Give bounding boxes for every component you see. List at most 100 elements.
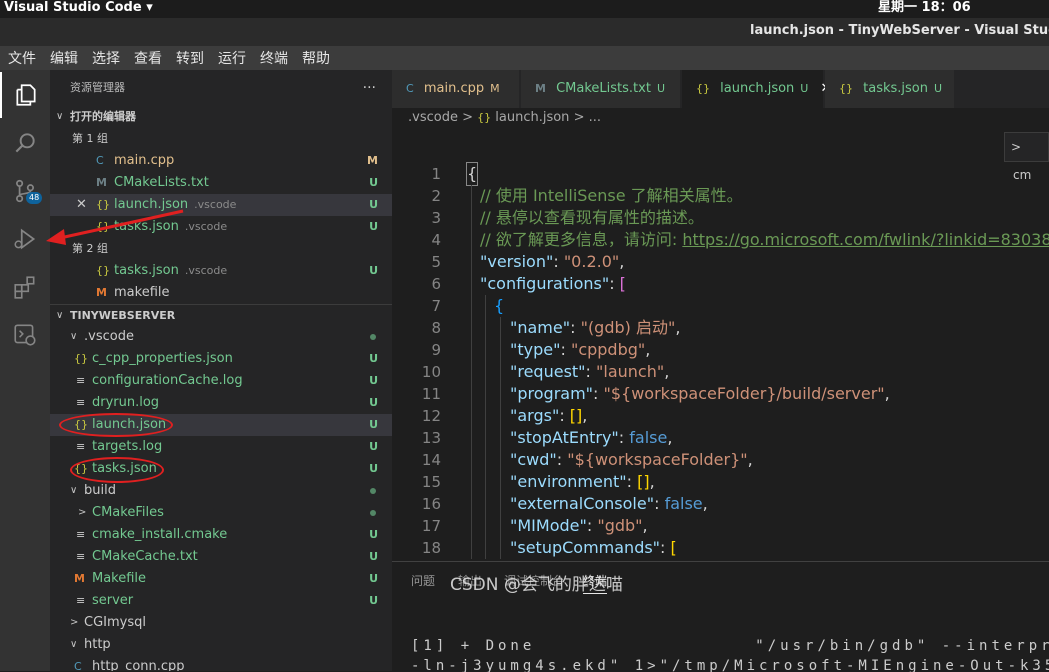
- watermark: CSDN @会飞的胖达喵: [450, 575, 623, 595]
- open-editor-item[interactable]: {} tasks.json .vscode U: [50, 260, 392, 282]
- chevron-down-icon: ∨: [56, 111, 64, 122]
- tab-tasks-json[interactable]: {} tasks.json U: [825, 70, 955, 108]
- tab-main-cpp[interactable]: C main.cpp M: [392, 70, 520, 108]
- code-line[interactable]: 13 "stopAtEntry": false,: [392, 427, 1049, 449]
- git-status: M: [367, 154, 378, 167]
- tree-folder[interactable]: ∨ .vscode: [50, 326, 392, 348]
- menu-edit[interactable]: 编辑: [50, 46, 78, 69]
- code-line[interactable]: 9 "type": "cppdbg",: [392, 339, 1049, 361]
- scm-badge: 48: [26, 192, 43, 204]
- breadcrumb: .vscode > {} launch.json > ...: [408, 110, 601, 125]
- remote-explorer-activity[interactable]: [0, 312, 50, 358]
- tree-folder[interactable]: > CGImysql: [50, 612, 392, 634]
- tab-status: U: [800, 82, 809, 95]
- line-number: 1: [431, 165, 441, 183]
- code-line[interactable]: 12 "args": [],: [392, 405, 1049, 427]
- line-number: 6: [431, 275, 441, 293]
- tree-file[interactable]: {} c_cpp_properties.json U: [50, 348, 392, 370]
- file-dir: .vscode: [194, 198, 237, 211]
- code-line[interactable]: 18 "setupCommands": [: [392, 537, 1049, 559]
- line-number: 5: [431, 253, 441, 271]
- code-line[interactable]: 10 "request": "launch",: [392, 361, 1049, 383]
- git-status: U: [369, 198, 378, 211]
- extensions-icon: [14, 276, 35, 299]
- code-line[interactable]: 1 {: [392, 162, 1049, 186]
- more-actions-icon[interactable]: ···: [363, 70, 376, 106]
- menu-file[interactable]: 文件: [8, 46, 36, 69]
- file-label: configurationCache.log: [92, 373, 243, 388]
- menu-help[interactable]: 帮助: [302, 46, 330, 69]
- tree-file[interactable]: ≡ configurationCache.log U: [50, 370, 392, 392]
- json-value: []: [569, 406, 583, 425]
- tab-problems[interactable]: 问题: [411, 572, 435, 589]
- git-status: U: [369, 594, 378, 607]
- tab-launch-json[interactable]: {} launch.jsonU ✕: [682, 70, 831, 108]
- code-line[interactable]: 17 "MIMode": "gdb",: [392, 515, 1049, 537]
- json-file-icon: {}: [477, 111, 492, 124]
- activity-bar: 48: [0, 70, 50, 671]
- code-line[interactable]: 15 "environment": [],: [392, 471, 1049, 493]
- tree-folder[interactable]: ∨ http: [50, 634, 392, 656]
- tree-folder[interactable]: > CMakeFiles: [50, 502, 392, 524]
- file-name: tasks.json: [114, 263, 179, 278]
- code-line[interactable]: 11 "program": "${workspaceFolder}/build/…: [392, 383, 1049, 405]
- breadcrumb-folder[interactable]: .vscode: [408, 110, 458, 125]
- code-line[interactable]: 5 "version": "0.2.0",: [392, 251, 1049, 273]
- tree-file[interactable]: ≡ CMakeCache.txt U: [50, 546, 392, 568]
- json-key: "type": [510, 340, 561, 359]
- chevron-down-icon: ∨: [70, 331, 78, 342]
- tree-file[interactable]: M Makefile U: [50, 568, 392, 590]
- annotation-arrow-icon: [46, 209, 184, 245]
- tab-label: main.cpp: [423, 81, 485, 96]
- open-editor-item[interactable]: M CMakeLists.txt U: [50, 172, 392, 194]
- open-editors-section[interactable]: ∨ 打开的编辑器: [50, 106, 392, 128]
- code-line[interactable]: 4 // 欲了解更多信息，请访问: https://go.microsoft.c…: [392, 229, 1049, 251]
- tree-folder[interactable]: ∨ build: [50, 480, 392, 502]
- folder-label: CMakeFiles: [92, 505, 164, 520]
- explorer-activity[interactable]: [0, 72, 50, 118]
- extensions-activity[interactable]: [0, 264, 50, 310]
- code-line[interactable]: 3 // 悬停以查看现有属性的描述。: [392, 207, 1049, 229]
- indent-guide: [485, 295, 486, 559]
- cpp-file-icon: C: [96, 154, 104, 167]
- makefile-icon: M: [96, 286, 107, 299]
- code-line[interactable]: 16 "externalConsole": false,: [392, 493, 1049, 515]
- editor-group-1[interactable]: 第 1 组: [50, 128, 392, 150]
- annotation-circle: [70, 457, 164, 483]
- code-line[interactable]: 6 "configurations": [: [392, 273, 1049, 295]
- tree-file[interactable]: ≡ targets.log U: [50, 436, 392, 458]
- tree-file[interactable]: ≡ cmake_install.cmake U: [50, 524, 392, 546]
- menu-terminal[interactable]: 终端: [260, 46, 288, 69]
- code-line[interactable]: 14 "cwd": "${workspaceFolder}",: [392, 449, 1049, 471]
- text-file-icon: ≡: [76, 550, 86, 563]
- json-key: "version": [480, 252, 554, 271]
- tab-cmakelists[interactable]: M CMakeLists.txt U: [521, 70, 681, 108]
- tree-file[interactable]: ≡ dryrun.log U: [50, 392, 392, 414]
- menu-go[interactable]: 转到: [176, 46, 204, 69]
- breadcrumb-more[interactable]: ...: [589, 110, 601, 125]
- open-editor-item[interactable]: M makefile: [50, 282, 392, 304]
- open-editor-item[interactable]: C main.cpp M: [50, 150, 392, 172]
- file-dir: .vscode: [184, 220, 228, 233]
- project-section[interactable]: ∨ TINYWEBSERVER: [50, 304, 392, 326]
- tab-label: tasks.json: [863, 81, 928, 96]
- code-line[interactable]: 2 // 使用 IntelliSense 了解相关属性。: [392, 185, 1049, 207]
- app-menu[interactable]: Visual Studio Code ▾: [4, 0, 153, 15]
- tree-file[interactable]: ≡ server U: [50, 590, 392, 612]
- breadcrumb-file[interactable]: launch.json: [495, 110, 569, 125]
- code-line[interactable]: 7 {: [392, 295, 1049, 317]
- comment-link[interactable]: https://go.microsoft.com/fwlink/?linkid=…: [682, 230, 1049, 249]
- line-number: 10: [421, 363, 441, 381]
- terminal-area[interactable]: [1] + Done "/usr/bin/gdb" --interpreter=m…: [392, 608, 1049, 672]
- menu-selection[interactable]: 选择: [92, 46, 120, 69]
- menu-view[interactable]: 查看: [134, 46, 162, 69]
- search-activity[interactable]: [0, 120, 50, 166]
- system-top-bar: Visual Studio Code ▾ 星期一 18：06: [0, 0, 1049, 18]
- git-status: U: [369, 528, 378, 541]
- chevron-down-icon: ∨: [56, 310, 64, 321]
- tree-file[interactable]: C http_conn.cpp: [50, 656, 392, 671]
- clock[interactable]: 星期一 18：06: [878, 0, 971, 15]
- menu-run[interactable]: 运行: [218, 46, 246, 69]
- code-line[interactable]: 8 "name": "(gdb) 启动",: [392, 317, 1049, 339]
- run-config-widget[interactable]: > cm: [1004, 132, 1049, 182]
